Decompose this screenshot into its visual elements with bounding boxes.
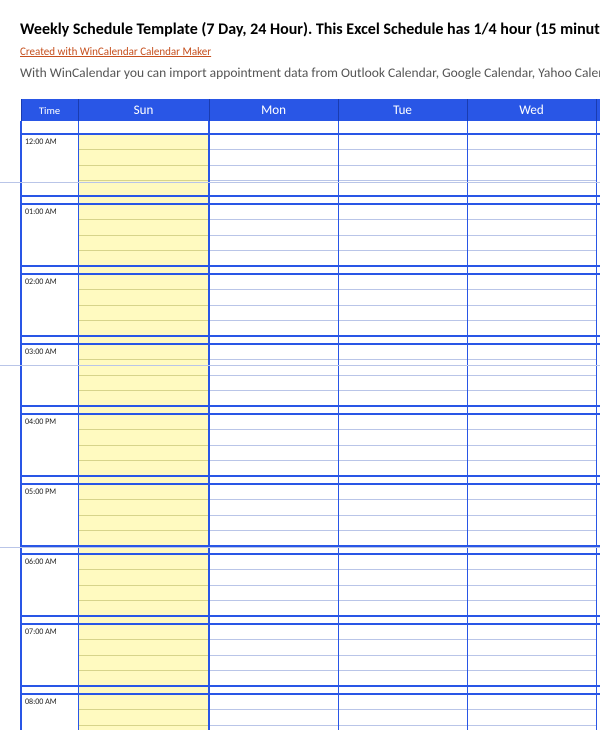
schedule-table: Time Sun Mon Tue Wed 12:00 AM01:00 AM02:…: [20, 99, 600, 730]
hour-row: 08:00 AM: [21, 694, 600, 730]
cell-edge: [596, 694, 600, 730]
document-page: Weekly Schedule Template (7 Day, 24 Hour…: [0, 0, 600, 730]
